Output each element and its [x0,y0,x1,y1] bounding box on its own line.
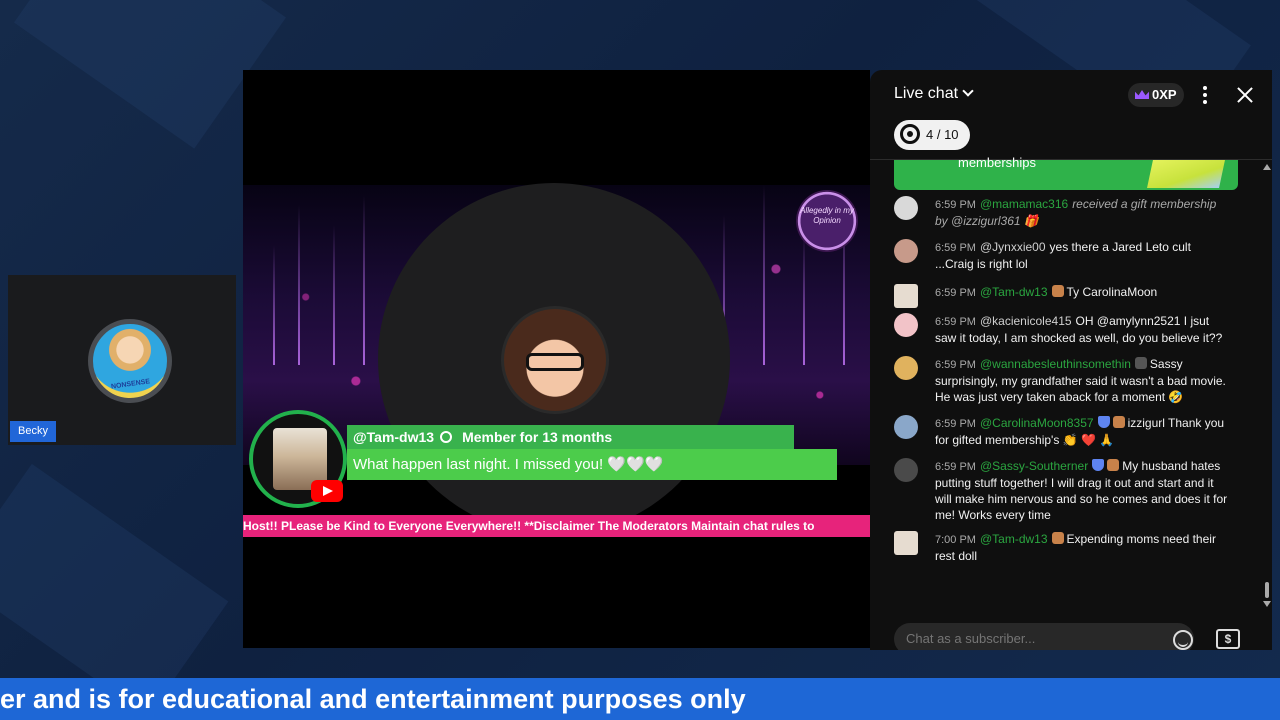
live-chat-panel: Live chat 0XP 4 / 10 memberships 6:59 PM… [870,70,1272,650]
member-badge-icon [1051,532,1064,544]
scroll-up-arrow[interactable] [1263,164,1271,170]
host-avatar [501,306,609,414]
user-avatar [894,284,918,308]
message-time: 6:59 PM [935,287,976,299]
message-time: 6:59 PM [935,359,976,371]
verified-icon [440,431,453,443]
chat-title: Live chat [894,85,959,102]
chat-message[interactable]: 6:59 PM @wannabesleuthinsomethin Sassy sur… [870,356,1262,405]
user-avatar [894,356,918,380]
more-options-icon[interactable] [1200,84,1210,106]
chat-highlight: @Tam-dw13 Member for 13 months What happe… [249,410,849,510]
disclaimer-text: er and is for educational and entertainm… [0,684,746,714]
message-author[interactable]: @Sassy-Southerner [980,459,1088,473]
participant-name-tag: Becky [10,421,56,442]
crown-icon [1135,90,1149,99]
goal-progress-pill[interactable]: 4 / 10 [894,120,970,150]
user-avatar [894,531,918,555]
user-avatar [894,313,918,337]
chat-messages: 6:59 PM @mamamac316 received a gift member… [870,196,1262,572]
gift-icon [1147,160,1225,188]
highlight-message: What happen last night. I missed you! 🤍🤍… [347,449,837,480]
chat-message[interactable]: 7:00 PM @Tam-dw13 Expending moms need thei… [870,531,1262,564]
participant-tile[interactable]: NONSENSE [8,275,236,445]
message-text: received a gift membership by @izzigurl3… [935,197,1217,228]
message-author[interactable]: @mamamac316 [980,197,1068,211]
video-stream[interactable]: Allegedly in my Opinion @Tam-dw13 Member … [243,70,870,648]
goal-count: 4 / 10 [926,127,959,142]
glasses-shape [526,353,584,371]
member-badge-icon [1051,285,1064,297]
gift-banner-text: memberships [958,155,1037,170]
message-time: 7:00 PM [935,534,976,546]
xp-button[interactable]: 0XP [1128,83,1184,107]
member-badge-icon [1134,357,1147,369]
chat-header: Live chat 0XP 4 / 10 [870,70,1272,160]
message-author[interactable]: @Tam-dw13 [980,285,1048,299]
chat-message[interactable]: 6:59 PM @CarolinaMoon8357 izzigurl Thank y… [870,415,1262,448]
chat-message[interactable]: 6:59 PM @mamamac316 received a gift member… [870,196,1262,229]
moderator-badge-icon [1092,459,1105,471]
message-time: 6:59 PM [935,316,976,328]
ticker-text: Host!! PLease be Kind to Everyone Everyw… [243,515,870,537]
chat-message[interactable]: 6:59 PM @Jynxxie00 yes there a Jared Leto … [870,239,1262,272]
super-chat-icon[interactable]: $ [1216,629,1240,649]
message-author[interactable]: @wannabesleuthinsomethin [980,357,1131,371]
scroll-down-arrow[interactable] [1263,601,1271,607]
message-author[interactable]: @Jynxxie00 [980,240,1046,254]
participant-avatar: NONSENSE [88,319,172,403]
highlight-member-text: Member for 13 months [462,429,613,445]
user-avatar [894,239,918,263]
message-text: OH @amylynn2521 I jsut saw it today, I a… [935,314,1223,345]
user-avatar [894,196,918,220]
message-time: 6:59 PM [935,461,976,473]
user-avatar [894,458,918,482]
target-icon [900,124,920,144]
message-text: Expending moms need their rest doll [935,532,1216,563]
moderator-badge-icon [1097,416,1110,428]
avatar-logo-text: NONSENSE [110,378,151,391]
highlight-author: @Tam-dw13 [353,429,435,445]
highlight-header: @Tam-dw13 Member for 13 months [347,425,794,449]
message-time: 6:59 PM [935,199,976,211]
chevron-down-icon [962,85,974,97]
youtube-icon [311,480,343,502]
message-text: Ty CarolinaMoon [1066,285,1158,299]
scrollbar-thumb[interactable] [1265,582,1269,598]
gift-banner[interactable]: memberships [894,156,1238,190]
xp-value: 0XP [1152,87,1177,102]
message-time: 6:59 PM [935,418,976,430]
user-avatar [894,415,918,439]
message-time: 6:59 PM [935,242,976,254]
chat-message[interactable]: 6:59 PM @Sassy-Southerner My husband hates… [870,458,1262,523]
message-author[interactable]: @Tam-dw13 [980,532,1048,546]
close-icon[interactable] [1234,84,1256,106]
emoji-icon[interactable] [1173,630,1193,650]
chat-input[interactable] [894,623,1194,650]
disclaimer-banner: er and is for educational and entertainm… [0,678,1280,720]
chat-message[interactable]: 6:59 PM @kacienicole415 OH @amylynn2521 I … [870,313,1262,346]
chat-message[interactable]: 6:59 PM @Tam-dw13 Ty CarolinaMoon [870,284,1262,308]
message-author[interactable]: @CarolinaMoon8357 [980,416,1094,430]
chat-title-dropdown[interactable]: Live chat [894,85,974,103]
message-author[interactable]: @kacienicole415 [980,314,1072,328]
channel-logo: Allegedly in my Opinion [796,190,858,252]
member-badge-icon [1107,459,1120,471]
member-badge-icon [1112,416,1125,428]
